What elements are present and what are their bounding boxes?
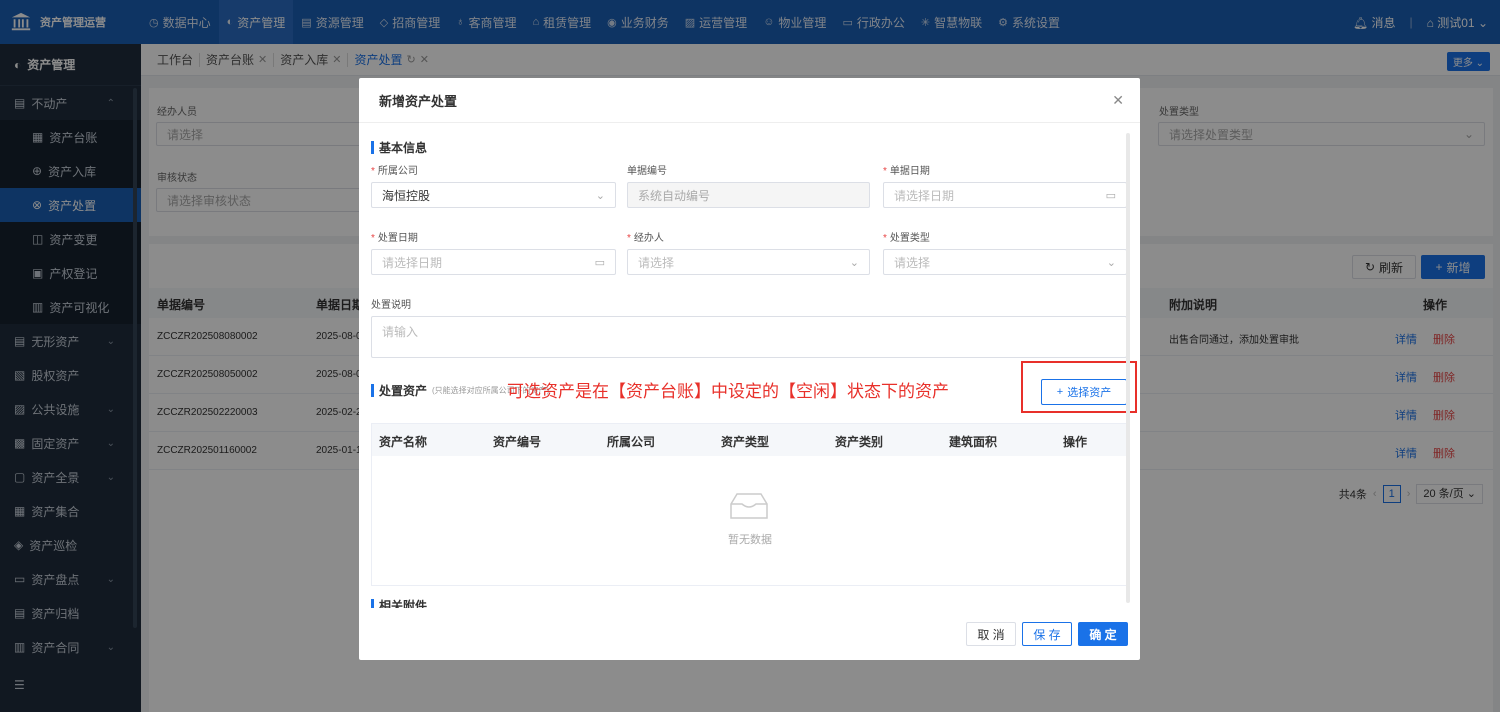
col-area: 建筑面积 xyxy=(949,435,998,449)
handler-label: * 经办人 xyxy=(627,233,664,244)
cancel-button[interactable]: 取 消 xyxy=(966,622,1016,646)
calendar-icon: ▭ xyxy=(1105,189,1116,202)
doc-date-picker[interactable]: 请选择日期 ▭ xyxy=(883,182,1127,208)
select-asset-button[interactable]: + 选择资产 xyxy=(1041,379,1127,405)
empty-box-icon xyxy=(730,493,768,519)
handler-placeholder: 请选择 xyxy=(638,255,675,270)
handler-select[interactable]: 请选择 ⌄ xyxy=(627,249,870,275)
add-disposal-dialog: 新增资产处置 ✕ 基本信息 * 所属公司 海恒控股 ⌄ 单据编号 系统自动编号 * 单… xyxy=(359,78,1140,660)
col-asset-code: 资产编号 xyxy=(493,435,542,449)
desc-label: 处置说明 xyxy=(371,300,411,311)
chevron-down-icon: ⌄ xyxy=(849,256,859,269)
close-icon[interactable]: ✕ xyxy=(1112,92,1124,109)
confirm-button[interactable]: 确 定 xyxy=(1078,622,1128,646)
dispose-date-picker[interactable]: 请选择日期 ▭ xyxy=(371,249,616,275)
code-label: 单据编号 xyxy=(627,166,667,177)
dialog-footer: 取 消 保 存 确 定 xyxy=(359,608,1140,660)
attachment-section: 相关附件 xyxy=(371,597,427,608)
col-asset-category: 资产类别 xyxy=(835,435,884,449)
dialog-header: 新增资产处置 ✕ xyxy=(359,78,1140,122)
plus-icon: + xyxy=(1056,386,1064,398)
code-input: 系统自动编号 xyxy=(627,182,870,208)
company-value: 海恒控股 xyxy=(382,188,431,203)
basic-info-title: 基本信息 xyxy=(379,141,428,155)
col-company: 所属公司 xyxy=(607,435,656,449)
section-marker xyxy=(371,384,374,397)
save-button[interactable]: 保 存 xyxy=(1022,622,1072,646)
type-label: * 处置类型 xyxy=(883,233,930,244)
dialog-body: 基本信息 * 所属公司 海恒控股 ⌄ 单据编号 系统自动编号 * 单据日期 请选择日期… xyxy=(359,122,1140,608)
dialog-scrollbar[interactable] xyxy=(1126,133,1130,603)
company-label: * 所属公司 xyxy=(371,166,418,177)
col-asset-type: 资产类型 xyxy=(721,435,770,449)
chevron-down-icon: ⌄ xyxy=(1106,256,1116,269)
select-asset-label: 选择资产 xyxy=(1067,387,1112,399)
basic-info-section: 基本信息 xyxy=(371,139,427,156)
annotation-text: 可选资产是在【资产台账】中设定的【空闲】状态下的资产 xyxy=(507,382,949,401)
section-marker xyxy=(371,599,374,608)
type-placeholder: 请选择 xyxy=(894,255,931,270)
dialog-title: 新增资产处置 xyxy=(379,93,458,109)
empty-text: 暂无数据 xyxy=(728,534,772,546)
chevron-down-icon: ⌄ xyxy=(595,189,605,202)
col-asset-ops: 操作 xyxy=(1063,435,1088,449)
asset-table: 资产名称 资产编号 所属公司 资产类型 资产类别 建筑面积 操作 暂无数据 xyxy=(371,423,1127,586)
col-asset-name: 资产名称 xyxy=(379,435,428,449)
dispose-date-placeholder: 请选择日期 xyxy=(382,255,443,270)
desc-textarea[interactable]: 请输入 xyxy=(371,316,1127,358)
section-marker xyxy=(371,141,374,154)
doc-date-label: * 单据日期 xyxy=(883,166,930,177)
attachment-title: 相关附件 xyxy=(379,599,428,608)
doc-date-placeholder: 请选择日期 xyxy=(894,188,955,203)
asset-section-title: 处置资产 xyxy=(379,384,428,398)
type-select[interactable]: 请选择 ⌄ xyxy=(883,249,1127,275)
company-select[interactable]: 海恒控股 ⌄ xyxy=(371,182,616,208)
dispose-date-label: * 处置日期 xyxy=(371,233,418,244)
calendar-icon: ▭ xyxy=(594,256,605,269)
asset-table-header: 资产名称 资产编号 所属公司 资产类型 资产类别 建筑面积 操作 xyxy=(372,424,1126,456)
